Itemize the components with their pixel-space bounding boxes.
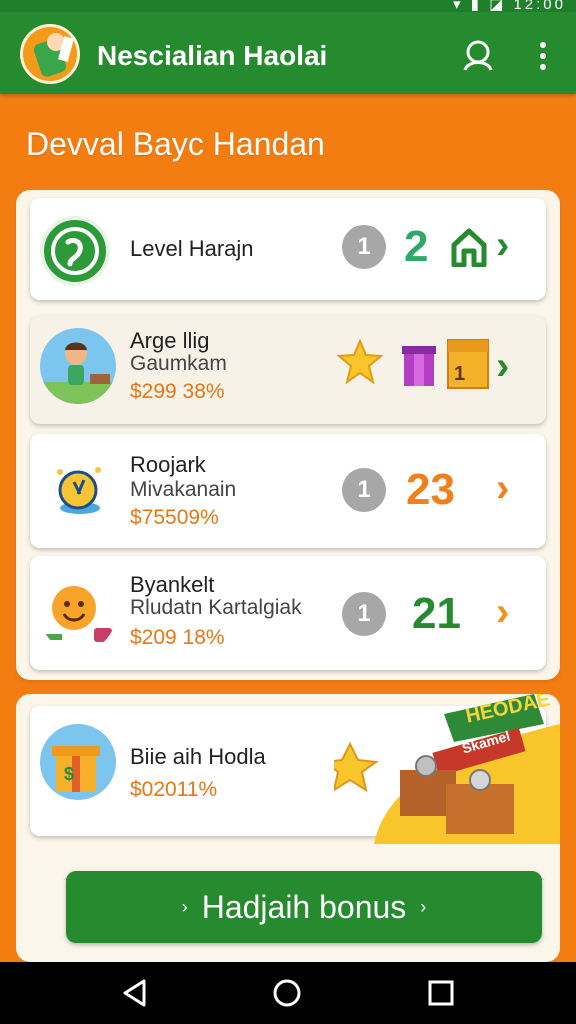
app-logo — [20, 24, 80, 84]
list-item-roojark[interactable]: Roojark Mivakanain $75509% 1 23 › — [30, 434, 546, 548]
level-badge-icon — [40, 216, 110, 286]
item-title: Level Harajn — [130, 236, 254, 261]
calendar-icon: 1 — [447, 339, 489, 389]
back-icon[interactable] — [118, 976, 152, 1010]
cta-label: Hadjaih bonus — [201, 888, 407, 925]
item-subtitle: Mivakanain — [130, 478, 237, 501]
item-value: 23 — [406, 465, 455, 514]
item-title: Roojark — [130, 452, 206, 477]
chevron-right-icon[interactable]: › — [496, 225, 509, 265]
section-title: Devval Bayc Handan — [26, 126, 325, 162]
item-value: 2 — [404, 222, 429, 271]
rank-badge: 1 — [342, 592, 386, 636]
user-icon[interactable] — [460, 38, 496, 74]
chevron-right-icon[interactable]: › — [496, 468, 509, 508]
bonus-title: Biie aih Hodla — [130, 744, 266, 769]
home-icon[interactable] — [270, 976, 304, 1010]
app-title: Nescialian Haolai — [97, 40, 328, 71]
bonus-amount: $02011% — [130, 778, 218, 801]
recents-icon[interactable] — [424, 976, 458, 1010]
status-bar: ▾ ▮ ◪ 12:00 — [0, 0, 576, 13]
item-value: 21 — [412, 589, 461, 638]
item-amount: $299 38% — [130, 380, 225, 403]
list-item-level[interactable]: Level Harajn 1 2 › — [30, 198, 546, 300]
svg-text:1: 1 — [454, 363, 465, 385]
list-item-byankelt[interactable]: Byankelt Rludatn Kartalgiak $209 18% 1 2… — [30, 556, 546, 670]
svg-text:$: $ — [64, 764, 74, 784]
gift-box-icon — [402, 346, 436, 386]
rank-badge: 1 — [342, 225, 386, 269]
boy-avatar-icon — [40, 328, 116, 404]
house-icon — [451, 228, 487, 267]
item-amount: $209 18% — [130, 626, 225, 649]
system-nav-bar — [0, 962, 576, 1024]
item-subtitle: Rludatn Kartalgiak — [130, 596, 302, 619]
chevron-right-icon[interactable]: › — [496, 346, 509, 386]
chevron-right-icon[interactable]: › — [496, 592, 509, 632]
item-title: Arge llig — [130, 328, 210, 353]
smiley-icon — [40, 576, 116, 652]
star-icon — [336, 338, 384, 385]
item-title: Byankelt — [130, 572, 215, 597]
gift-icon: $ — [40, 724, 116, 800]
clock-coin-icon — [40, 452, 116, 528]
item-amount: $75509% — [130, 506, 219, 529]
arrow-right-icon: › — [420, 896, 427, 917]
rank-badge: 1 — [342, 468, 386, 512]
more-vertical-icon[interactable] — [528, 40, 558, 72]
list-item-arge[interactable]: Arge llig Gaumkam $299 38% 1 › — [30, 316, 546, 424]
app-bar: Nescialian Haolai — [0, 12, 576, 94]
arrow-right-icon: › — [181, 896, 188, 917]
item-subtitle: Gaumkam — [130, 352, 227, 375]
bonus-cta-button[interactable]: › Hadjaih bonus › — [66, 871, 542, 943]
